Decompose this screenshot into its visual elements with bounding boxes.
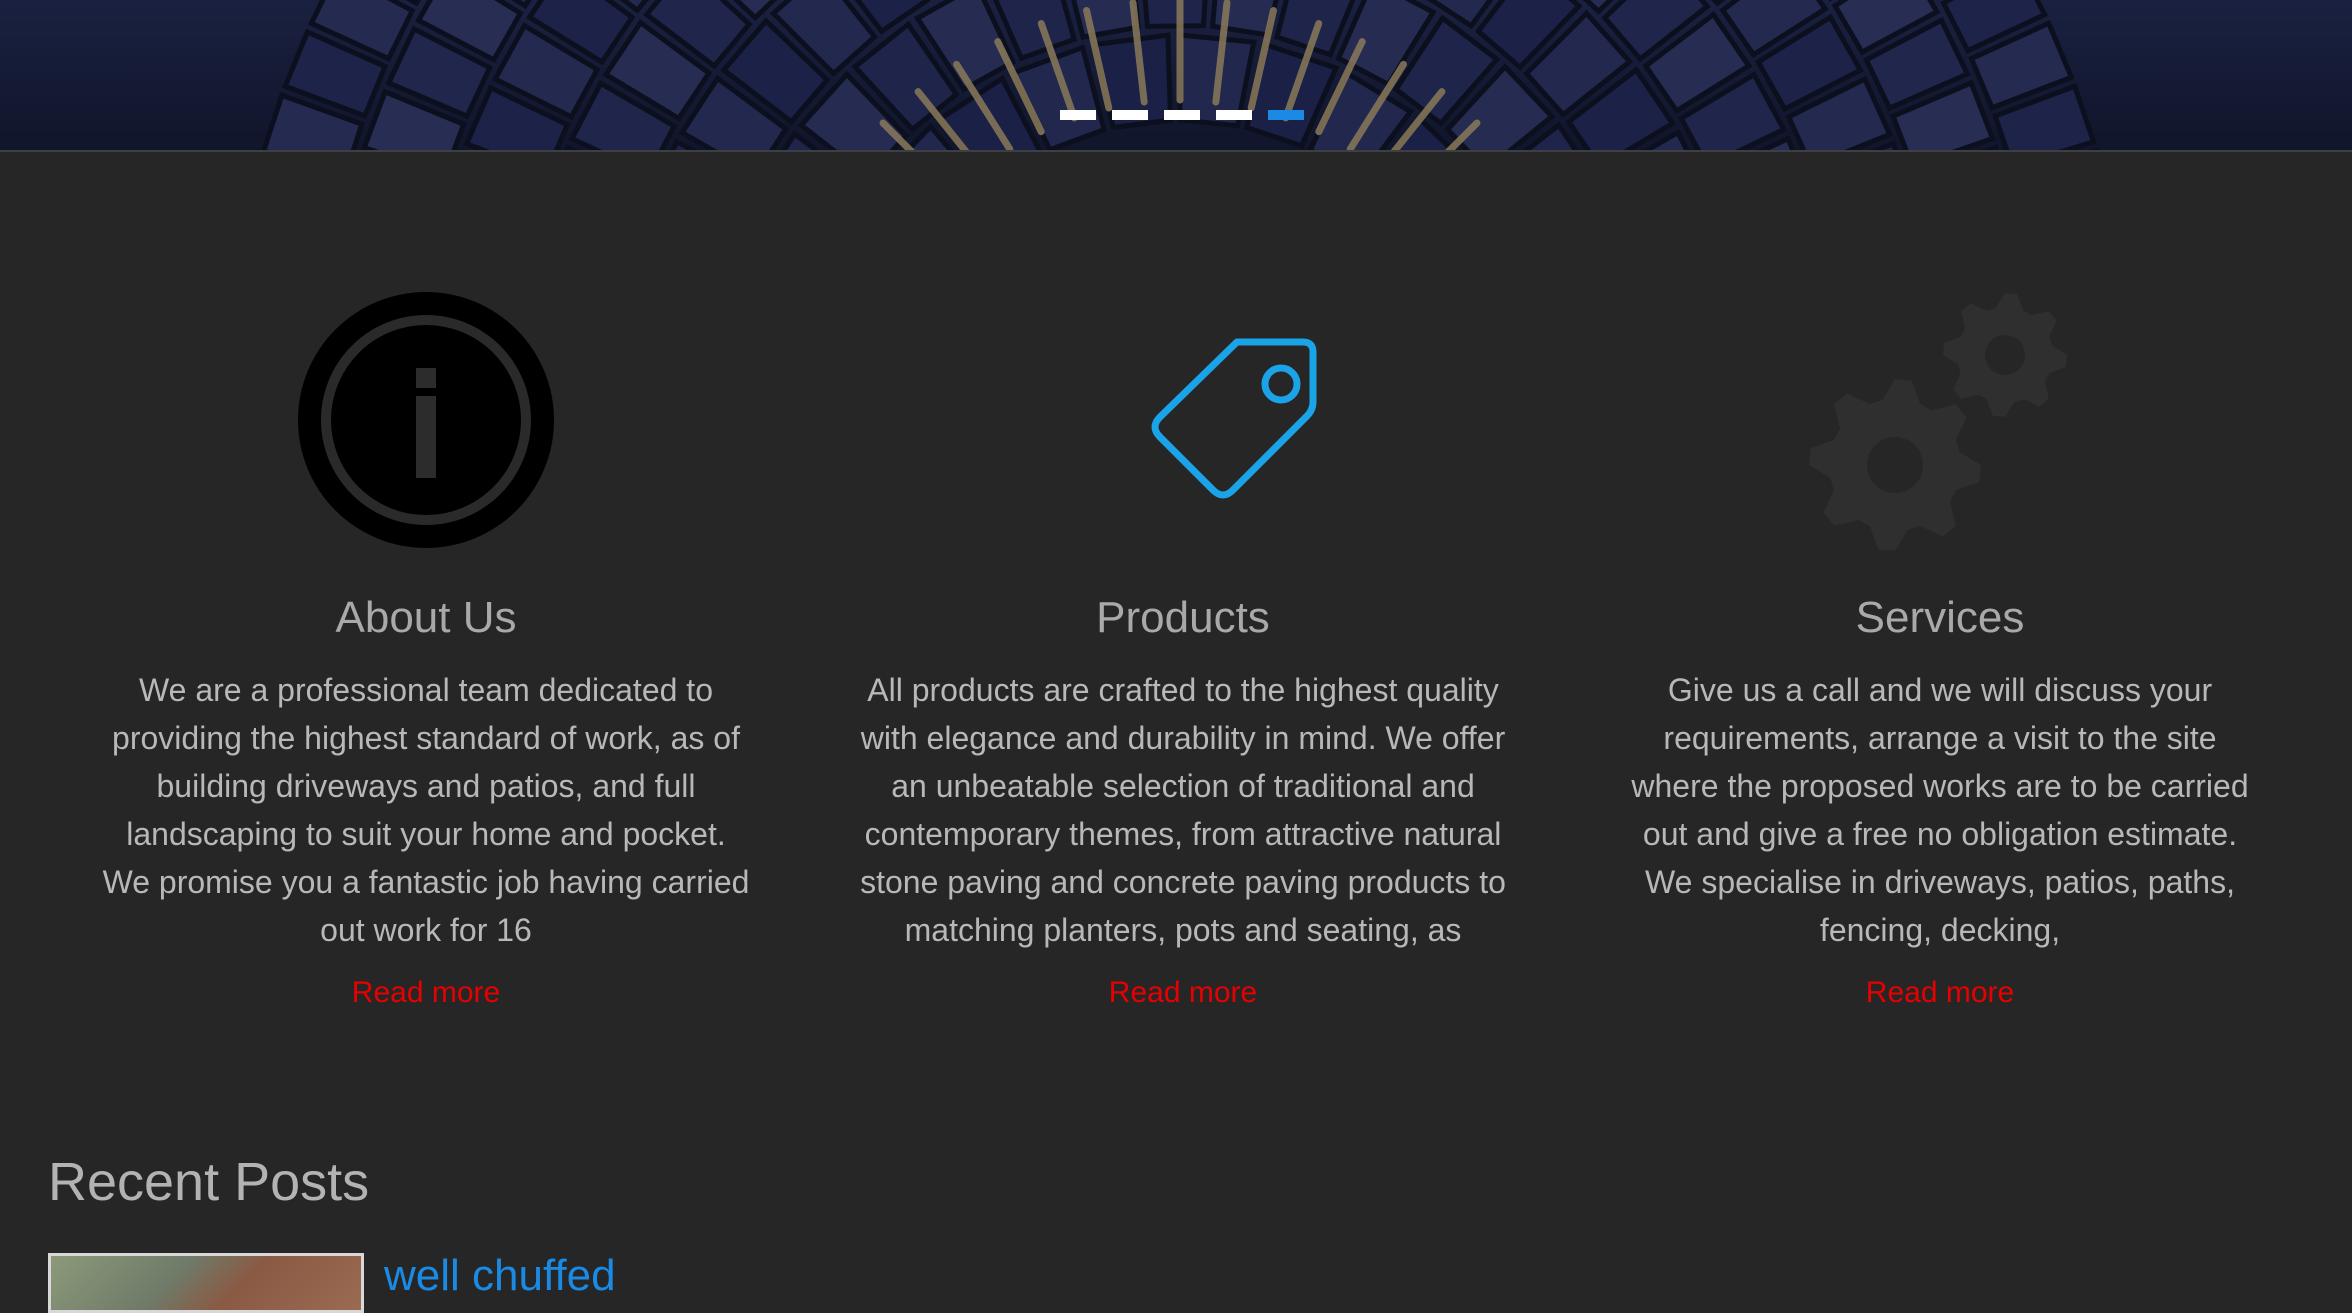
slider-dot-5[interactable] <box>1268 110 1304 120</box>
feature-products: Products All products are crafted to the… <box>843 290 1523 1010</box>
post-thumbnail[interactable] <box>48 1253 364 1313</box>
slider-dot-3[interactable] <box>1164 110 1200 120</box>
feature-title: Services <box>1855 593 2025 642</box>
feature-title: About Us <box>335 593 517 642</box>
info-icon <box>86 290 766 550</box>
feature-services: Services Give us a call and we will disc… <box>1600 290 2280 1010</box>
post-title-link[interactable]: well chuffed <box>384 1250 616 1302</box>
hero-slider <box>0 0 2352 152</box>
feature-description: We are a professional team dedicated to … <box>102 672 750 948</box>
feature-description: Give us a call and we will discuss your … <box>1631 672 2249 948</box>
feature-title: Products <box>1096 593 1270 642</box>
paving-background-image <box>0 0 2352 150</box>
feature-description: All products are crafted to the highest … <box>860 672 1506 948</box>
read-more-link[interactable]: Read more <box>352 976 500 1010</box>
slider-pagination <box>1060 110 1304 120</box>
gears-icon <box>1600 290 2280 550</box>
price-tag-icon <box>843 290 1523 550</box>
read-more-link[interactable]: Read more <box>1109 976 1257 1010</box>
slider-dot-1[interactable] <box>1060 110 1096 120</box>
read-more-link[interactable]: Read more <box>1866 976 2014 1010</box>
slider-dot-4[interactable] <box>1216 110 1252 120</box>
recent-posts-heading: Recent Posts <box>48 1152 370 1212</box>
slider-dot-2[interactable] <box>1112 110 1148 120</box>
feature-about-us: About Us We are a professional team dedi… <box>86 290 766 1010</box>
